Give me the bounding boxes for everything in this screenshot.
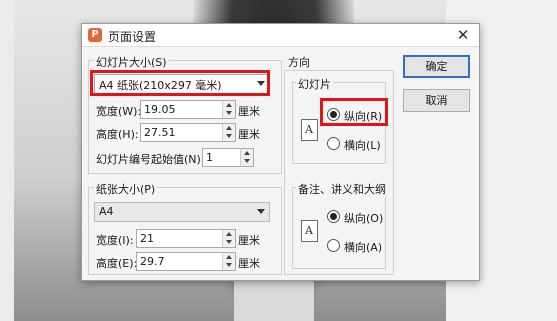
slide-number-start-input[interactable]: 1 [202,148,254,167]
paper-width-label: 宽度(I): [96,234,134,247]
dialog-title: 页面设置 [108,30,157,44]
notes-landscape-label[interactable]: 横向(A) [344,239,382,255]
slide-height-value: 27.51 [144,126,176,139]
notes-landscape-radio[interactable] [327,239,340,252]
slide-height-label: 高度(H): [96,128,139,141]
paper-size-group-title: 纸张大小(P) [94,181,158,197]
slide-height-unit: 厘米 [238,128,260,141]
paper-width-spinner[interactable] [222,230,235,247]
slide-number-start-value: 1 [206,151,213,164]
chevron-down-icon [257,81,265,86]
paper-height-label: 高度(E): [96,257,138,270]
slides-landscape-label[interactable]: 横向(L) [344,137,381,153]
slide-height-input[interactable]: 27.51 [140,123,236,142]
slides-portrait-radio[interactable] [327,108,340,121]
paper-height-spinner[interactable] [222,253,235,270]
slide-width-label: 宽度(W): [96,105,142,118]
spin-up-icon [226,103,232,107]
spin-down-icon [226,111,232,115]
slide-width-unit: 厘米 [238,105,260,118]
close-icon[interactable]: ✕ [454,26,472,44]
wps-presentation-icon: P [88,28,102,42]
slide-number-start-spinner[interactable] [240,149,253,166]
paper-height-value: 29.7 [140,255,165,268]
spin-up-icon [244,151,250,155]
spin-up-icon [226,126,232,130]
spin-up-icon [226,232,232,236]
paper-width-value: 21 [140,232,154,245]
paper-height-input[interactable]: 29.7 [136,252,236,271]
slides-landscape-radio[interactable] [327,137,340,150]
slide-number-start-label: 幻灯片编号起始值(N): [96,153,205,166]
slide-size-group-title: 幻灯片大小(S) [94,54,169,70]
notes-portrait-radio[interactable] [327,210,340,223]
spin-up-icon [226,255,232,259]
slide-width-value: 19.05 [144,103,176,116]
slides-orientation-title: 幻灯片 [296,76,333,92]
spin-down-icon [226,240,232,244]
slide-size-select[interactable]: A4 纸张(210x297 毫米) [94,74,270,94]
notes-portrait-label[interactable]: 纵向(O) [344,210,383,226]
spin-down-icon [226,134,232,138]
notes-orientation-title: 备注、讲义和大纲 [296,181,388,197]
page-setup-dialog: P 页面设置 ✕ 幻灯片大小(S) A4 纸张(210x297 毫米) 宽度(W… [81,23,480,281]
orientation-title: 方向 [288,56,310,69]
portrait-page-icon: A [301,119,318,141]
paper-size-select[interactable]: A4 [94,202,270,222]
cancel-button[interactable]: 取消 [403,89,470,112]
slide-width-spinner[interactable] [222,101,235,118]
slide-height-spinner[interactable] [222,124,235,141]
paper-size-selected-value: A4 [99,205,114,218]
dialog-titlebar: P 页面设置 ✕ [82,24,479,47]
spin-down-icon [244,159,250,163]
paper-width-unit: 厘米 [238,234,260,247]
paper-height-unit: 厘米 [238,257,260,270]
slide-size-selected-value: A4 纸张(210x297 毫米) [99,79,222,92]
ok-button[interactable]: 确定 [403,55,470,78]
slides-portrait-label[interactable]: 纵向(R) [344,108,382,124]
spin-down-icon [226,263,232,267]
slide-width-input[interactable]: 19.05 [140,100,236,119]
chevron-down-icon [257,209,265,214]
portrait-page-icon: A [301,220,318,242]
paper-width-input[interactable]: 21 [136,229,236,248]
